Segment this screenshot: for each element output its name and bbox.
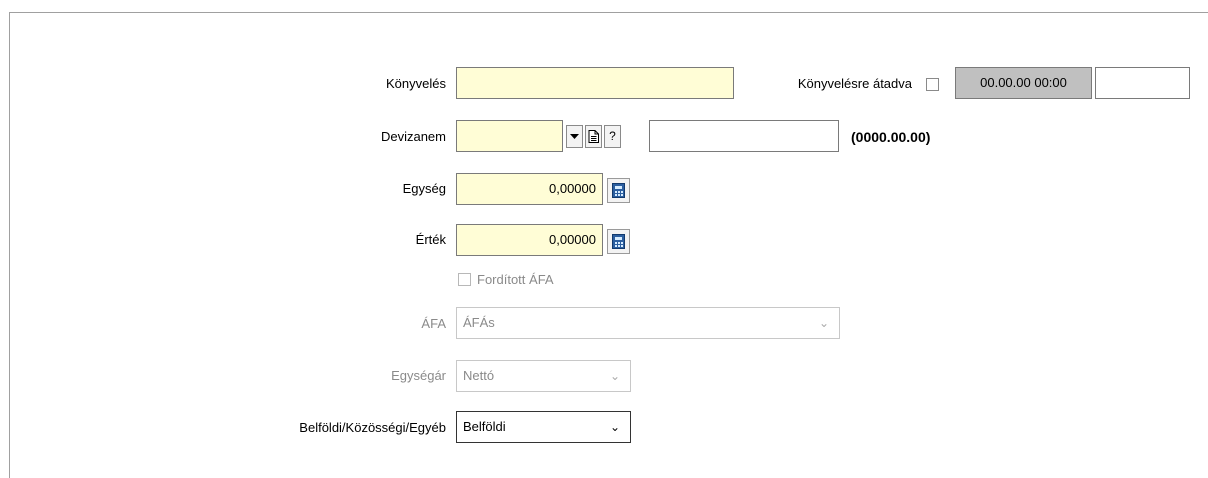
egyseg-label: Egység <box>402 181 446 196</box>
afa-select-value: ÁFÁs <box>463 315 495 330</box>
konyveles-input[interactable] <box>456 67 734 99</box>
ertek-input[interactable]: 0,00000 <box>456 224 603 256</box>
egysegar-label: Egységár <box>391 368 446 383</box>
document-icon[interactable] <box>585 125 602 148</box>
devizanem-input[interactable] <box>456 120 563 152</box>
chevron-down-icon: ⌄ <box>818 316 829 330</box>
egysegar-select[interactable]: Nettó ⌄ <box>456 360 631 392</box>
forditott-afa-label: Fordított ÁFA <box>477 272 554 287</box>
afa-label: ÁFA <box>421 316 446 331</box>
konyvelesre-atadva-datetime: 00.00.00 00:00 <box>955 67 1092 99</box>
chevron-down-icon: ⌄ <box>609 420 620 434</box>
calculator-icon[interactable] <box>607 229 630 254</box>
devizanem-label: Devizanem <box>380 129 446 144</box>
egyseg-input[interactable]: 0,00000 <box>456 173 603 205</box>
belfoldi-select-value: Belföldi <box>463 419 506 434</box>
devizanem-date-hint: (0000.00.00) <box>851 129 931 145</box>
afa-select[interactable]: ÁFÁs ⌄ <box>456 307 840 339</box>
konyvelesre-atadva-label: Könyvelésre átadva <box>797 76 912 91</box>
konyvelesre-atadva-extra-input[interactable] <box>1095 67 1190 99</box>
calculator-icon[interactable] <box>607 178 630 203</box>
dropdown-arrow-icon[interactable] <box>566 125 583 148</box>
ertek-label: Érték <box>415 232 446 247</box>
devizanem-desc-input[interactable] <box>649 120 839 152</box>
help-button[interactable]: ? <box>604 125 621 148</box>
chevron-down-icon: ⌄ <box>609 369 620 383</box>
belfoldi-select[interactable]: Belföldi ⌄ <box>456 411 631 443</box>
egysegar-select-value: Nettó <box>463 368 495 383</box>
konyveles-label: Könyvelés <box>386 76 446 91</box>
belfoldi-label: Belföldi/Közösségi/Egyéb <box>299 420 446 435</box>
forditott-afa-checkbox[interactable] <box>458 273 471 286</box>
konyvelesre-atadva-checkbox[interactable] <box>926 78 939 91</box>
